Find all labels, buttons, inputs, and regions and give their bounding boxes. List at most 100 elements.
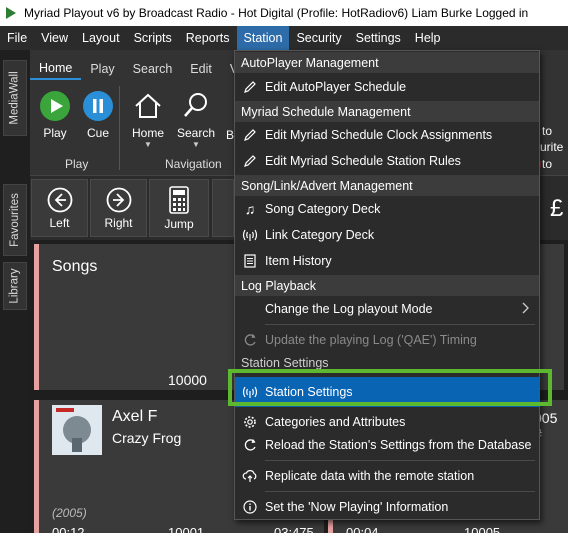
menu-reports[interactable]: Reports (179, 26, 237, 50)
menu-view[interactable]: View (34, 26, 75, 50)
songs-title: Songs (52, 258, 98, 275)
chevron-right-icon (521, 302, 529, 317)
menu-security[interactable]: Security (289, 26, 348, 50)
left-button[interactable]: Left (31, 179, 88, 237)
menu-item-station-rules[interactable]: Edit Myriad Schedule Station Rules (235, 148, 539, 174)
ribbon-tab-edit[interactable]: Edit (181, 58, 221, 80)
link-signal-icon (235, 228, 265, 242)
menu-item-clock-assign[interactable]: Edit Myriad Schedule Clock Assignments (235, 122, 539, 148)
menu-item-update-log-label: Update the playing Log ('QAE') Timing (265, 333, 477, 347)
menu-separator (265, 491, 535, 492)
pencil-icon (235, 128, 265, 142)
ribbon-tab-play[interactable]: Play (81, 58, 123, 80)
document-list-icon (235, 254, 265, 268)
menu-item-update-log: Update the playing Log ('QAE') Timing (235, 327, 539, 353)
station-menu-dropdown: AutoPlayer Management Edit AutoPlayer Sc… (234, 50, 540, 520)
menu-station[interactable]: Station (236, 26, 290, 50)
pencil-icon (235, 154, 265, 168)
ribbon-tab-search[interactable]: Search (124, 58, 182, 80)
jump-button[interactable]: Jump (149, 179, 209, 237)
home-icon (135, 93, 161, 118)
menu-item-now-playing[interactable]: Set the 'Now Playing' Information (235, 494, 539, 520)
menu-item-change-log[interactable]: Change the Log playout Mode (235, 296, 539, 322)
pound-icon: £ (550, 195, 564, 222)
search-label: Search (177, 126, 216, 140)
right-label: Right (104, 215, 133, 230)
menu-item-edit-autoplayer-label: Edit AutoPlayer Schedule (265, 80, 407, 94)
next-card-time: 00:04 (346, 525, 379, 533)
menu-item-change-log-label: Change the Log playout Mode (265, 302, 433, 316)
songs-count: 10000 (168, 372, 207, 388)
ribbon-right-text-urite: urite (540, 140, 564, 154)
album-art-image (52, 405, 102, 455)
menu-item-categories-label: Categories and Attributes (265, 415, 406, 429)
menu-item-edit-autoplayer[interactable]: Edit AutoPlayer Schedule (235, 74, 539, 100)
panel-accent-bar (34, 244, 39, 390)
tab-mediawall[interactable]: MediaWall (3, 60, 27, 136)
tab-favourites[interactable]: Favourites (3, 184, 27, 256)
header-autoplayer: AutoPlayer Management (235, 52, 539, 73)
cue-button[interactable]: Cue (82, 90, 114, 140)
cloud-sync-icon (235, 469, 265, 483)
tab-mediawall-label: MediaWall (9, 71, 22, 125)
menu-item-replicate[interactable]: Replicate data with the remote station (235, 463, 539, 489)
play-button[interactable]: Play (39, 90, 71, 140)
menu-file[interactable]: File (0, 26, 34, 50)
title-bar: Myriad Playout v6 by Broadcast Radio - H… (0, 0, 568, 26)
nav-more-button[interactable] (212, 179, 234, 237)
track-id: 10001 (168, 525, 205, 533)
refresh-icon (235, 438, 265, 452)
menu-item-now-playing-label: Set the 'Now Playing' Information (265, 500, 449, 514)
ribbon-tab-home[interactable]: Home (30, 58, 82, 80)
header-station: Station Settings (235, 356, 539, 370)
group-play-label: Play (65, 157, 89, 171)
menu-item-replicate-label: Replicate data with the remote station (265, 469, 475, 483)
header-log: Log Playback (235, 275, 539, 296)
menu-item-categories[interactable]: Categories and Attributes (235, 407, 539, 429)
ribbon-tabs: Home Play Search Edit V (30, 58, 247, 80)
gear-icon (235, 415, 265, 429)
menu-item-reload-label: Reload the Station's Settings from the D… (265, 438, 532, 452)
menu-item-reload[interactable]: Reload the Station's Settings from the D… (235, 432, 539, 458)
menu-item-link-deck[interactable]: Link Category Deck (235, 222, 539, 248)
menu-item-song-deck[interactable]: ♫ Song Category Deck (235, 196, 539, 222)
card-accent-bar (34, 400, 39, 533)
chevron-down-icon: ▼ (144, 140, 152, 149)
window-title: Myriad Playout v6 by Broadcast Radio - H… (24, 6, 529, 20)
group-navigation-label: Navigation (165, 157, 222, 171)
play-icon (40, 91, 70, 121)
track-duration: 03:475 (274, 525, 314, 533)
tab-library[interactable]: Library (3, 262, 27, 310)
track-artist: Crazy Frog (112, 430, 182, 446)
b-button[interactable]: B (226, 124, 234, 142)
ribbon-separator (119, 86, 120, 170)
home-label: Home (132, 126, 165, 140)
right-button[interactable]: Right (90, 179, 147, 237)
menu-item-item-history[interactable]: Item History (235, 248, 539, 274)
arrow-right-icon (106, 187, 131, 212)
menu-layout[interactable]: Layout (75, 26, 127, 50)
next-card-id: 10005 (464, 525, 501, 533)
menu-item-item-history-label: Item History (265, 254, 332, 268)
side-tab-strip: MediaWall Favourites Library (0, 50, 30, 533)
search-icon (184, 93, 208, 117)
search-button[interactable]: Search ▼ (177, 90, 215, 149)
track-title: Axel F (112, 408, 158, 425)
music-note-icon: ♫ (244, 201, 256, 217)
calculator-icon (169, 185, 189, 214)
left-label: Left (49, 215, 70, 230)
menu-help[interactable]: Help (408, 26, 448, 50)
track-time-left: 00:12 (52, 525, 85, 533)
menu-settings[interactable]: Settings (349, 26, 408, 50)
menu-scripts[interactable]: Scripts (127, 26, 179, 50)
header-schedule: Myriad Schedule Management (235, 101, 539, 122)
menu-item-clock-assign-label: Edit Myriad Schedule Clock Assignments (265, 128, 493, 142)
menu-separator (265, 460, 535, 461)
menu-item-link-deck-label: Link Category Deck (265, 228, 375, 242)
refresh-icon (235, 333, 265, 347)
cue-label: Cue (86, 126, 109, 140)
track-year: (2005) (52, 506, 87, 520)
home-button[interactable]: Home ▼ (132, 90, 164, 149)
info-icon (235, 500, 265, 514)
pencil-icon (235, 80, 265, 94)
